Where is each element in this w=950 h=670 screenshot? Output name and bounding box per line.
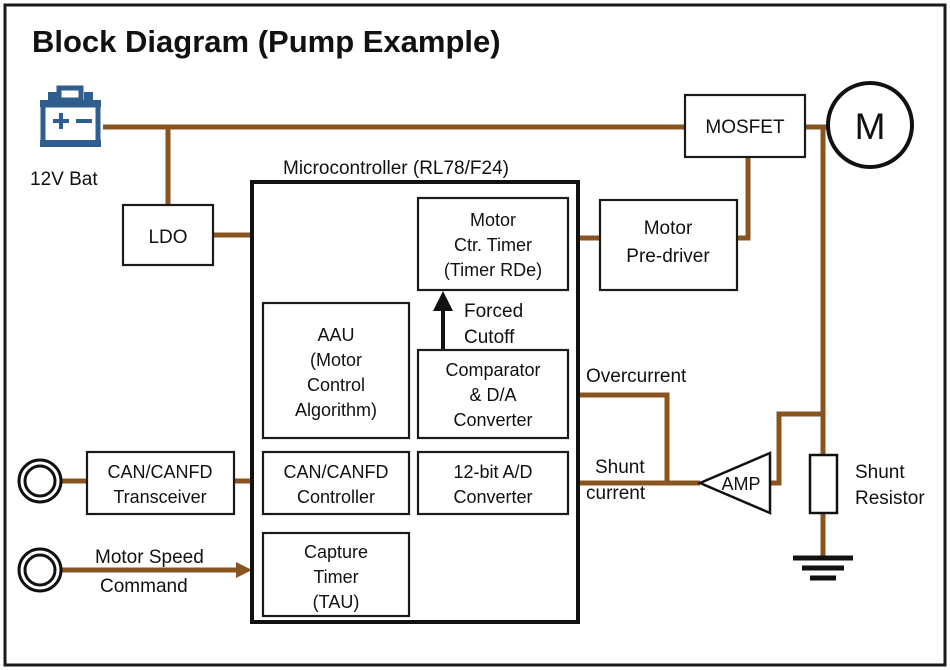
capture-timer-label-2: Timer: [313, 567, 358, 587]
ad-converter-label: 12-bit A/D: [453, 462, 532, 482]
comparator-label: Comparator: [445, 360, 540, 380]
shunt-current-label-2: current: [586, 483, 646, 504]
mosfet-label: MOSFET: [705, 117, 785, 138]
motor-ctr-timer-label-3: (Timer RDe): [444, 260, 542, 280]
motor-pre-driver-block: [598, 198, 739, 292]
capture-timer-label: Capture: [304, 542, 368, 562]
overcurrent-label: Overcurrent: [586, 366, 687, 387]
shunt-resistor-label: Shunt: [855, 462, 905, 483]
aau-label-3: Control: [307, 375, 365, 395]
ad-converter-label-2: Converter: [453, 487, 532, 507]
shunt-resistor-symbol: [808, 453, 839, 515]
can-connector-icon: [17, 458, 63, 504]
aau-label-4: Algorithm): [295, 400, 377, 420]
motor-speed-command-label: Motor Speed: [95, 547, 204, 568]
battery-label: 12V Bat: [30, 169, 98, 190]
motor-label: M: [855, 106, 886, 147]
motor-speed-connector-icon: [17, 547, 63, 593]
arrow-speed-command: [236, 562, 252, 578]
motor-speed-command-label-2: Command: [100, 576, 188, 597]
ground-symbol: [793, 555, 853, 581]
aau-label-2: (Motor: [310, 350, 362, 370]
capture-timer-label-3: (TAU): [313, 592, 360, 612]
can-controller-label: CAN/CANFD: [283, 462, 388, 482]
comparator-label-3: Converter: [453, 410, 532, 430]
microcontroller-caption: Microcontroller (RL78/F24): [283, 158, 509, 179]
amp-label: AMP: [721, 474, 760, 494]
forced-cutoff-label-2: Cutoff: [464, 327, 515, 348]
comparator-label-2: & D/A: [469, 385, 516, 405]
page-title: Block Diagram (Pump Example): [32, 24, 501, 59]
aau-label: AAU: [317, 325, 354, 345]
transceiver-label-2: Transceiver: [113, 487, 206, 507]
transceiver-label: CAN/CANFD: [107, 462, 212, 482]
motor-ctr-timer-label: Motor: [470, 210, 516, 230]
battery-icon: [40, 85, 101, 147]
motor-ctr-timer-label-2: Ctr. Timer: [454, 235, 532, 255]
pre-driver-label: Motor: [644, 218, 693, 239]
shunt-current-label: Shunt: [595, 457, 645, 478]
wire-predriver-to-mosfet: [737, 157, 751, 241]
shunt-resistor-label-2: Resistor: [855, 488, 925, 509]
can-controller-label-2: Controller: [297, 487, 375, 507]
block-diagram-canvas: Block Diagram (Pump Example) 12V Bat LDO…: [0, 0, 950, 670]
ldo-label: LDO: [148, 227, 187, 248]
forced-cutoff-label: Forced: [464, 301, 523, 322]
pre-driver-label-2: Pre-driver: [626, 246, 710, 267]
